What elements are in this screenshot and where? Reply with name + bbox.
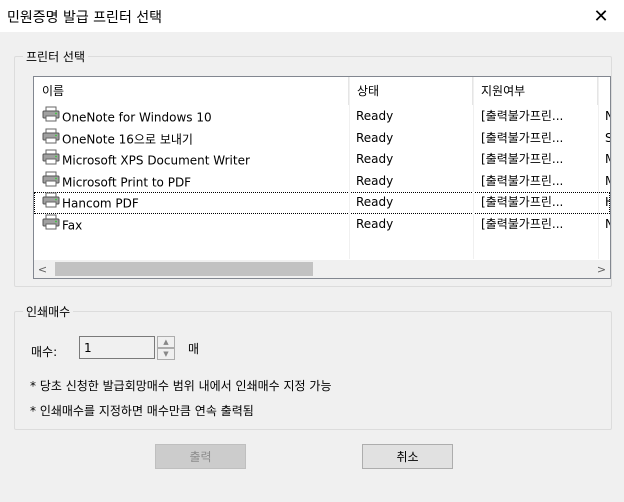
table-row[interactable]: OneNote 16으로 보내기 Ready [출력불가프린... S: [34, 128, 610, 150]
printer-support: [출력불가프린...: [481, 216, 564, 231]
spin-up-button[interactable]: ▲: [157, 336, 175, 348]
printer-icon: [42, 149, 60, 171]
printer-name: OneNote 16으로 보내기: [62, 131, 193, 146]
list-rows: OneNote for Windows 10 Ready [출력불가프린... …: [34, 106, 610, 235]
copies-input[interactable]: [79, 336, 155, 359]
close-icon: ✕: [593, 5, 609, 27]
copies-group-legend: 인쇄매수: [23, 303, 74, 320]
printer-name: Microsoft Print to PDF: [62, 174, 192, 189]
column-divider: [598, 77, 599, 259]
arrow-down-icon: ▼: [163, 350, 169, 358]
column-header-name[interactable]: 이름: [34, 77, 349, 105]
table-row[interactable]: Fax Ready [출력불가프린... N: [34, 214, 610, 236]
table-row[interactable]: Microsoft Print to PDF Ready [출력불가프린... …: [34, 171, 610, 193]
close-button[interactable]: ✕: [578, 0, 624, 32]
scroll-left-button[interactable]: <: [34, 260, 51, 278]
printer-status: Ready: [356, 152, 394, 166]
column-header-extra[interactable]: [598, 77, 610, 105]
printer-extra: M: [605, 149, 610, 171]
printer-name: Hancom PDF: [62, 196, 139, 211]
printer-support: [출력불가프린...: [481, 130, 564, 145]
copies-note-1: * 당초 신청한 발급회망매수 범위 내에서 인쇄매수 지정 가능: [30, 379, 332, 393]
copies-unit: 매: [188, 342, 200, 356]
column-header-status[interactable]: 상태: [349, 77, 473, 105]
chevron-right-icon: >: [596, 262, 607, 276]
printer-extra: N: [605, 106, 610, 128]
printer-name: Microsoft XPS Document Writer: [62, 153, 250, 168]
column-header-support[interactable]: 지원여부: [473, 77, 598, 105]
printer-extra: M: [605, 171, 610, 193]
printer-extra: N: [605, 214, 610, 236]
printer-name: Fax: [62, 217, 83, 232]
printer-status: Ready: [356, 173, 394, 188]
printer-icon: [42, 171, 60, 193]
spin-down-button[interactable]: ▼: [157, 348, 175, 360]
table-row[interactable]: Microsoft XPS Document Writer Ready [출력불…: [34, 149, 610, 171]
printer-status: Ready: [356, 130, 394, 145]
scrollbar-thumb[interactable]: [55, 262, 313, 276]
list-header: 이름 상태 지원여부: [34, 77, 610, 105]
printer-icon: [42, 192, 60, 214]
printer-support: [출력불가프린...: [481, 152, 564, 166]
scroll-right-button[interactable]: >: [593, 260, 610, 278]
printer-support: [출력불가프린...: [481, 195, 564, 209]
printer-name: OneNote for Windows 10: [62, 110, 212, 125]
chevron-left-icon: <: [37, 262, 48, 276]
printer-extra: S: [605, 128, 610, 150]
printer-list[interactable]: 이름 상태 지원여부 OneNote for Windows 10 Ready …: [33, 76, 611, 279]
table-row[interactable]: Hancom PDF Ready [출력불가프린... H: [34, 192, 610, 214]
arrow-up-icon: ▲: [163, 338, 169, 346]
printer-icon: [42, 106, 60, 128]
printer-status: Ready: [356, 216, 394, 231]
printer-icon: [42, 128, 60, 150]
print-button[interactable]: 출력: [155, 444, 246, 469]
printer-status: Ready: [356, 109, 394, 123]
cancel-button[interactable]: 취소: [362, 444, 453, 469]
printer-extra: H: [605, 192, 610, 214]
copies-label: 매수:: [31, 345, 58, 359]
printer-support: [출력불가프린...: [481, 109, 564, 123]
title-bar: 민원증명 발급 프린터 선택 ✕: [0, 0, 624, 32]
column-divider: [473, 77, 474, 259]
copies-note-2: * 인쇄매수를 지정하면 매수만큼 연속 출력됨: [30, 404, 254, 418]
printer-support: [출력불가프린...: [481, 173, 564, 188]
horizontal-scrollbar[interactable]: < >: [34, 260, 610, 278]
window-title: 민원증명 발급 프린터 선택: [7, 10, 163, 26]
table-row[interactable]: OneNote for Windows 10 Ready [출력불가프린... …: [34, 106, 610, 128]
printer-group-legend: 프린터 선택: [23, 48, 89, 65]
printer-status: Ready: [356, 195, 394, 209]
column-divider: [349, 77, 350, 259]
printer-icon: [42, 214, 60, 236]
